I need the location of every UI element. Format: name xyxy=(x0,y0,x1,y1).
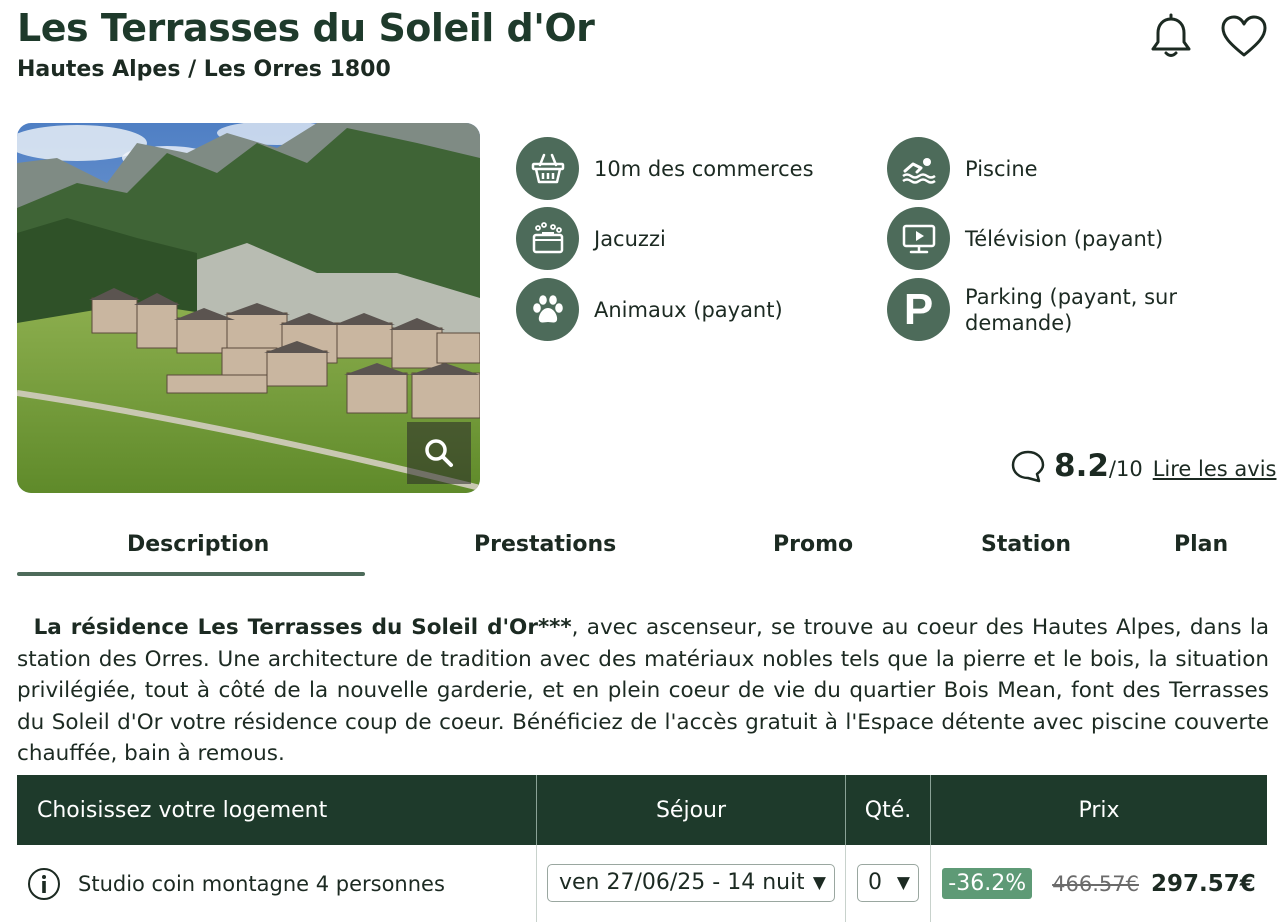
accommodation-name: Studio coin montagne 4 personnes xyxy=(78,871,445,896)
amenity-pets: Animaux (payant) xyxy=(516,278,783,341)
amenity-parking: P Parking (payant, sur demande) xyxy=(887,278,1205,341)
amenity-label: Télévision (payant) xyxy=(965,226,1164,251)
jacuzzi-icon xyxy=(516,207,579,270)
header-quantity: Qté. xyxy=(846,775,931,845)
accommodation-table: Choisissez votre logement Séjour Qté. Pr… xyxy=(17,775,1267,922)
rating-block: 8.2 /10 Lire les avis xyxy=(1010,448,1276,484)
amenity-label: 10m des commerces xyxy=(594,156,814,181)
header-price: Prix xyxy=(1078,797,1120,823)
dropdown-arrow-icon: ▼ xyxy=(812,872,826,893)
tab-promo[interactable]: Promo xyxy=(773,532,853,557)
amenity-label: Jacuzzi xyxy=(594,226,666,251)
quantity-select-value: 0 xyxy=(868,870,882,895)
basket-icon xyxy=(516,137,579,200)
description-text: La résidence Les Terrasses du Soleil d'O… xyxy=(17,612,1269,770)
tab-description[interactable]: Description xyxy=(127,532,269,557)
parking-icon: P xyxy=(887,278,950,341)
heart-icon[interactable] xyxy=(1219,12,1269,62)
table-header: Choisissez votre logement Séjour Qté. Pr… xyxy=(17,775,1267,845)
tv-icon xyxy=(887,207,950,270)
zoom-button[interactable] xyxy=(407,422,471,484)
info-icon[interactable] xyxy=(27,867,61,901)
stay-select[interactable]: ven 27/06/25 - 14 nuits ▼ xyxy=(547,863,835,902)
quantity-select[interactable]: 0 ▼ xyxy=(857,863,919,902)
amenity-jacuzzi: Jacuzzi xyxy=(516,207,666,270)
amenity-label: Parking (payant, sur demande) xyxy=(965,284,1177,335)
stay-cell: ven 27/06/25 - 14 nuits ▼ xyxy=(537,845,846,922)
original-price: 466.57€ xyxy=(1052,871,1139,896)
paw-icon xyxy=(516,278,579,341)
discounted-price: 297.57€ xyxy=(1150,870,1256,897)
dropdown-arrow-icon: ▼ xyxy=(896,872,910,893)
swimmer-icon xyxy=(887,137,950,200)
amenity-label: Piscine xyxy=(965,156,1038,181)
search-icon xyxy=(425,439,453,467)
discount-badge: -36.2% xyxy=(942,868,1033,899)
tab-station[interactable]: Station xyxy=(981,532,1071,557)
rating-scale: /10 xyxy=(1108,457,1143,481)
amenity-pool: Piscine xyxy=(887,137,1038,200)
tab-plan[interactable]: Plan xyxy=(1174,532,1228,557)
comment-icon xyxy=(1011,450,1045,483)
stay-select-value: ven 27/06/25 - 14 nuits xyxy=(559,870,804,895)
quantity-cell: 0 ▼ xyxy=(846,845,931,922)
amenity-television: Télévision (payant) xyxy=(887,207,1163,270)
read-reviews-link[interactable]: Lire les avis xyxy=(1153,457,1277,481)
bell-icon[interactable] xyxy=(1146,12,1196,62)
page-subtitle-location: Hautes Alpes / Les Orres 1800 xyxy=(17,57,391,82)
active-tab-indicator xyxy=(17,572,365,576)
rating-score: 8.2 xyxy=(1054,448,1109,484)
tab-bar: Description Prestations Promo Station Pl… xyxy=(17,522,1267,578)
residence-photo[interactable] xyxy=(17,123,480,493)
amenity-shops: 10m des commerces xyxy=(516,137,814,200)
header-stay: Séjour xyxy=(537,775,846,845)
amenity-label: Animaux (payant) xyxy=(594,297,783,322)
page-title: Les Terrasses du Soleil d'Or xyxy=(17,6,595,50)
price-cell: -36.2% 466.57€ 297.57€ xyxy=(931,845,1267,922)
tab-prestations[interactable]: Prestations xyxy=(474,532,616,557)
description-bold-intro: La résidence Les Terrasses du Soleil d'O… xyxy=(33,615,572,640)
accommodation-cell: Studio coin montagne 4 personnes xyxy=(17,845,537,922)
header-accommodation: Choisissez votre logement xyxy=(17,775,537,845)
table-row: Studio coin montagne 4 personnes ven 27/… xyxy=(17,845,1267,922)
